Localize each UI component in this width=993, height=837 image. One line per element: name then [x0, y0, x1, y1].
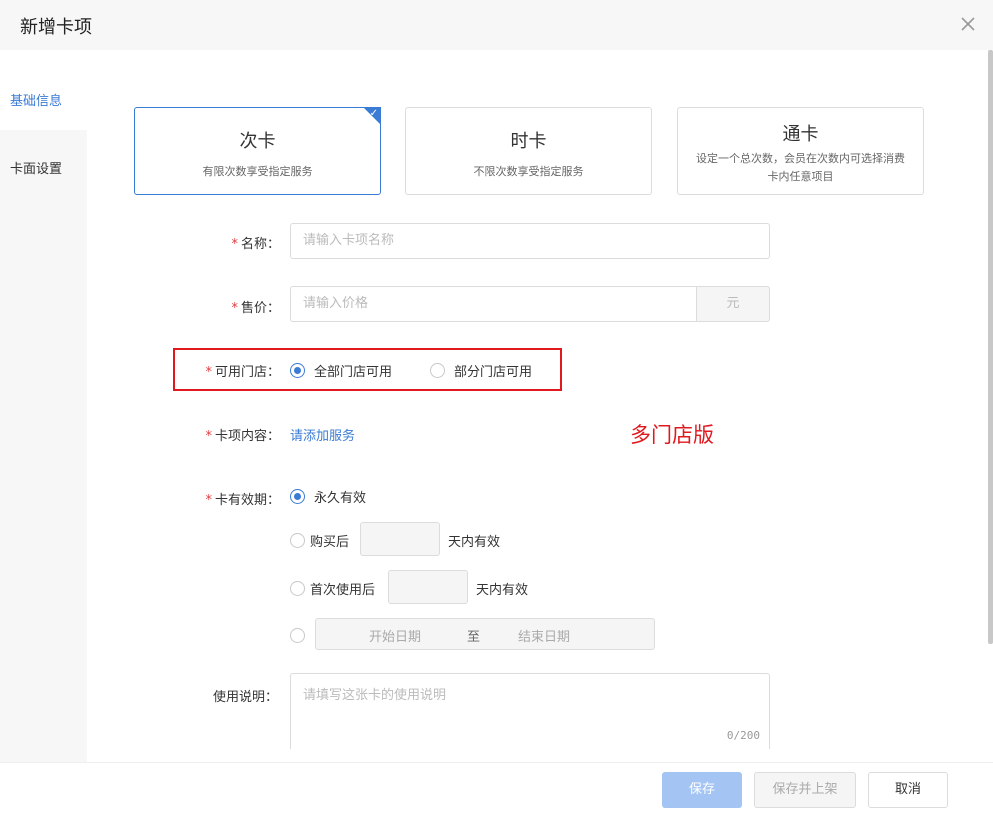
check-icon: ✓: [369, 108, 378, 119]
radio-after-purchase[interactable]: [290, 533, 305, 548]
radio-forever[interactable]: [290, 489, 305, 504]
card-type-name: 通卡: [782, 124, 819, 145]
card-type-general[interactable]: 通卡 设定一个总次数，会员在次数内可选择消费卡内任意项目: [677, 107, 924, 195]
radio-after-first-use[interactable]: [290, 581, 305, 596]
scrollbar[interactable]: [988, 50, 993, 644]
radio-some-stores-label: 部分门店可用: [454, 365, 533, 380]
price-label: * 售价：: [231, 301, 280, 316]
after-purchase-days-input[interactable]: [360, 522, 440, 556]
name-label: * 名称：: [231, 237, 280, 252]
save-button[interactable]: 保存: [662, 772, 742, 808]
price-input[interactable]: 请输入价格: [290, 286, 697, 322]
price-unit: 元: [696, 286, 770, 322]
range-separator: 至: [467, 630, 481, 645]
footer-divider: [0, 762, 993, 763]
card-type-desc: 有限次数享受指定服务: [202, 165, 313, 178]
card-type-time[interactable]: 时卡 不限次数享受指定服务: [405, 107, 652, 195]
instructions-label: 使用说明：: [212, 690, 278, 705]
close-icon[interactable]: [958, 14, 978, 34]
start-date: 开始日期: [369, 630, 422, 645]
card-type-desc: 不限次数享受指定服务: [473, 165, 584, 178]
card-type-count[interactable]: 次卡 有限次数享受指定服务 ✓: [134, 107, 381, 195]
radio-some-stores[interactable]: [430, 363, 445, 378]
card-type-name: 次卡: [239, 131, 276, 152]
card-type-desc: 设定一个总次数，会员在次数内可选择消费卡内任意项目: [696, 152, 905, 183]
add-service-link[interactable]: 请添加服务: [290, 425, 355, 444]
card-type-name: 时卡: [510, 131, 547, 152]
end-date: 结束日期: [518, 630, 571, 645]
validity-label: * 卡有效期：: [205, 493, 280, 508]
stores-label: * 可用门店：: [205, 365, 280, 380]
after-first-use-days-input[interactable]: [388, 570, 468, 604]
dialog-title: 新增卡项: [20, 17, 92, 38]
radio-date-range[interactable]: [290, 628, 305, 643]
after-purchase-prefix: 购买后: [310, 535, 350, 550]
sidebar-item-basic-info[interactable]: 基础信息: [10, 90, 62, 109]
name-input[interactable]: 请输入卡项名称: [290, 223, 770, 259]
radio-forever-label: 永久有效: [314, 491, 367, 506]
sidebar-item-card-face[interactable]: 卡面设置: [10, 158, 62, 177]
instructions-textarea[interactable]: 请填写这张卡的使用说明 0/200: [290, 673, 770, 749]
after-purchase-suffix: 天内有效: [448, 535, 501, 550]
after-first-use-suffix: 天内有效: [476, 583, 529, 598]
sidebar: 基础信息 卡面设置: [0, 50, 87, 762]
instructions-placeholder: 请填写这张卡的使用说明: [303, 688, 447, 703]
char-counter: 0/200: [726, 729, 760, 742]
version-annotation: 多门店版: [630, 423, 714, 447]
dialog-header: 新增卡项: [0, 0, 993, 50]
radio-all-stores-label: 全部门店可用: [314, 365, 393, 380]
date-range-picker[interactable]: 开始日期 至 结束日期: [315, 618, 655, 650]
cancel-button[interactable]: 取消: [868, 772, 948, 808]
radio-all-stores[interactable]: [290, 363, 305, 378]
after-first-use-prefix: 首次使用后: [310, 583, 376, 598]
content-label: * 卡项内容：: [205, 429, 280, 444]
save-and-list-button[interactable]: 保存并上架: [754, 772, 856, 808]
